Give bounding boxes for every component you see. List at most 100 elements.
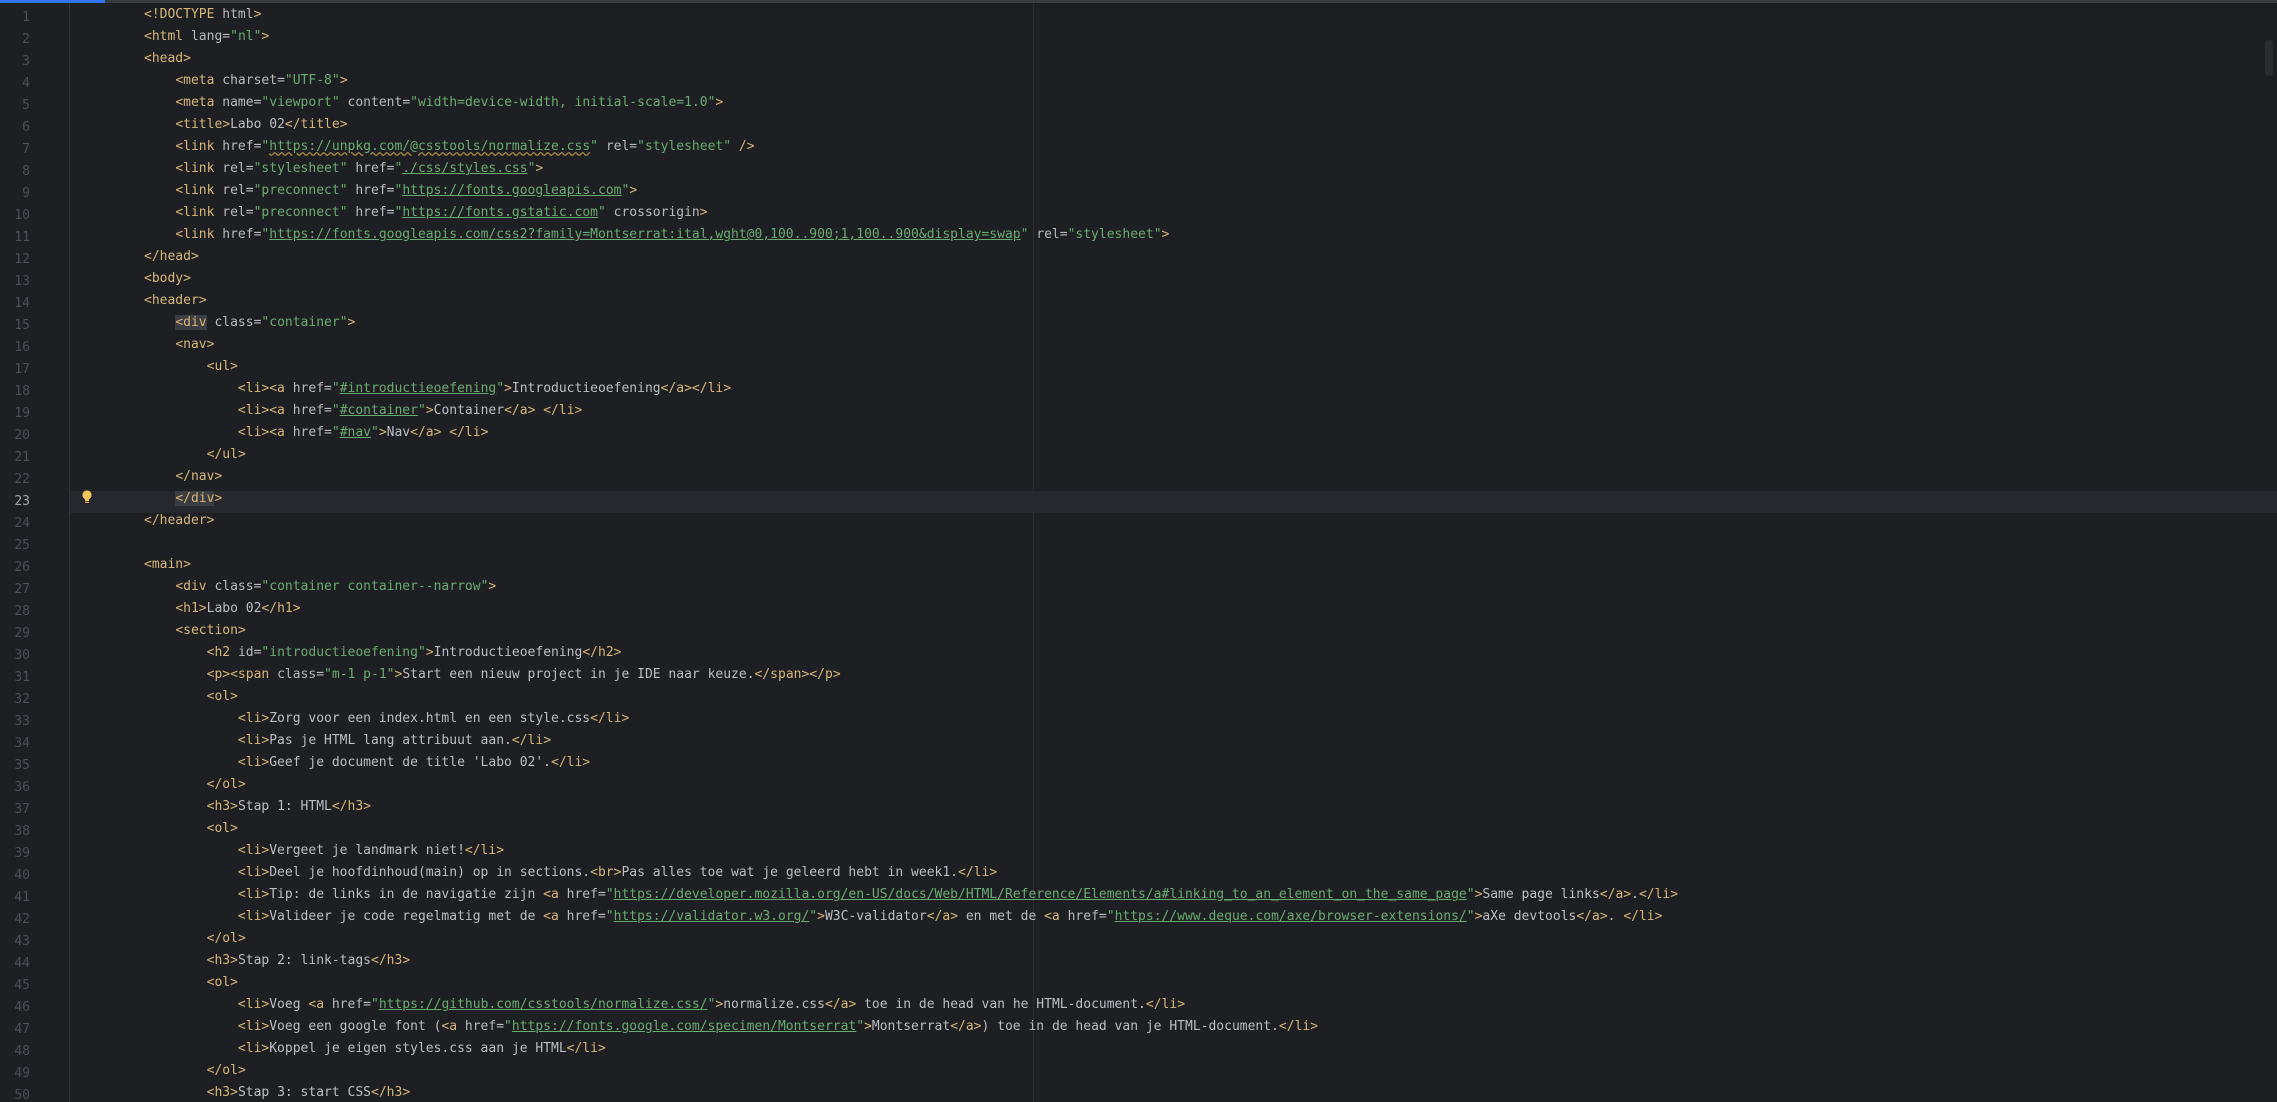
code-text: </ul> — [206, 447, 246, 462]
code-line[interactable]: <!DOCTYPE html> — [70, 7, 2277, 29]
code-line[interactable]: <li>Tip: de links in de navigatie zijn <… — [70, 887, 2277, 909]
code-line[interactable]: <li>Pas je HTML lang attribuut aan.</li> — [70, 733, 2277, 755]
code-line[interactable]: <li><a href="#introductieoefening">Intro… — [70, 381, 2277, 403]
code-line[interactable]: </header> — [70, 513, 2277, 535]
code-line[interactable]: <li>Geef je document de title 'Labo 02'.… — [70, 755, 2277, 777]
line-number: 29 — [14, 626, 30, 641]
line-number: 33 — [14, 714, 30, 729]
code-line[interactable]: <li><a href="#nav">Nav</a> </li> — [70, 425, 2277, 447]
line-number-gutter[interactable]: 1 2 3 4 5 6 7 8 9 10 11 12 13 14 15 16 17 18 19 20 21 22 23 24 2… — [0, 3, 70, 1102]
code-text: <link rel="stylesheet" href="./css/style… — [175, 161, 544, 176]
code-line[interactable]: <title>Labo 02</title> — [70, 117, 2277, 139]
line-number: 25 — [14, 538, 30, 553]
code-line[interactable]: <p><span class="m-1 p-1">Start een nieuw… — [70, 667, 2277, 689]
lightbulb-icon[interactable] — [79, 489, 95, 505]
code-text: <ul> — [206, 359, 238, 374]
code-text: </head> — [144, 249, 199, 264]
code-line[interactable]: </head> — [70, 249, 2277, 271]
code-text: <li><a href="#container">Container</a> <… — [237, 403, 583, 418]
line-number: 3 — [22, 54, 30, 69]
line-number: 42 — [14, 912, 30, 927]
code-area[interactable]: <!DOCTYPE html> <html lang="nl"> <head> <m… — [70, 3, 2277, 1102]
code-text: <li><a href="#introductieoefening">Intro… — [237, 381, 732, 396]
code-text: <h3>Stap 2: link-tags</h3> — [206, 953, 411, 968]
code-editor[interactable]: 1 2 3 4 5 6 7 8 9 10 11 12 13 14 15 16 17 18 19 20 21 22 23 24 2… — [0, 0, 2277, 1102]
line-number: 31 — [14, 670, 30, 685]
code-line[interactable]: <html lang="nl"> — [70, 29, 2277, 51]
line-number: 19 — [14, 406, 30, 421]
line-number: 21 — [14, 450, 30, 465]
code-line[interactable]: <h3>Stap 2: link-tags</h3> — [70, 953, 2277, 975]
code-line[interactable]: <nav> — [70, 337, 2277, 359]
line-number: 24 — [14, 516, 30, 531]
code-text: <link rel="preconnect" href="https://fon… — [175, 205, 708, 220]
line-number: 45 — [14, 978, 30, 993]
line-number: 40 — [14, 868, 30, 883]
code-text: <ol> — [206, 975, 238, 990]
code-line[interactable]: <ol> — [70, 821, 2277, 843]
code-line[interactable]: <li><a href="#container">Container</a> <… — [70, 403, 2277, 425]
line-number: 10 — [14, 208, 30, 223]
line-number: 36 — [14, 780, 30, 795]
code-line[interactable]: <li>Voeg <a href="https://github.com/css… — [70, 997, 2277, 1019]
line-number: 15 — [14, 318, 30, 333]
code-text: <li>Deel je hoofdinhoud(main) op in sect… — [237, 865, 998, 880]
code-line[interactable]: </nav> — [70, 469, 2277, 491]
code-line[interactable]: <div class="container container--narrow"… — [70, 579, 2277, 601]
code-text: <div class="container"> — [175, 315, 356, 330]
line-number: 28 — [14, 604, 30, 619]
line-number: 4 — [22, 76, 30, 91]
code-text: <main> — [144, 557, 191, 572]
code-line[interactable]: <div class="container"> — [70, 315, 2277, 337]
code-line[interactable]: <main> — [70, 557, 2277, 579]
code-line[interactable]: <link rel="preconnect" href="https://fon… — [70, 183, 2277, 205]
code-line[interactable]: </ul> — [70, 447, 2277, 469]
code-line[interactable]: <li>Koppel je eigen styles.css aan je HT… — [70, 1041, 2277, 1063]
code-line[interactable]: <link href="https://unpkg.com/@csstools/… — [70, 139, 2277, 161]
code-text: </ol> — [206, 1063, 246, 1078]
code-text: <div class="container container--narrow"… — [175, 579, 497, 594]
code-line[interactable]: <li>Vergeet je landmark niet!</li> — [70, 843, 2277, 865]
code-line[interactable] — [70, 535, 2277, 557]
code-line[interactable]: <ol> — [70, 689, 2277, 711]
code-line[interactable]: <li>Deel je hoofdinhoud(main) op in sect… — [70, 865, 2277, 887]
line-number: 35 — [14, 758, 30, 773]
line-number: 9 — [22, 186, 30, 201]
code-line[interactable]: <ol> — [70, 975, 2277, 997]
code-line[interactable]: <head> — [70, 51, 2277, 73]
line-number: 7 — [22, 142, 30, 157]
code-line[interactable]: <li>Voeg een google font (<a href="https… — [70, 1019, 2277, 1041]
code-line[interactable]: <link rel="preconnect" href="https://fon… — [70, 205, 2277, 227]
code-text: <title>Labo 02</title> — [175, 117, 348, 132]
line-number: 16 — [14, 340, 30, 355]
code-line[interactable]: <link href="https://fonts.googleapis.com… — [70, 227, 2277, 249]
code-text: <h2 id="introductieoefening">Introductie… — [206, 645, 622, 660]
code-line[interactable]: <h1>Labo 02</h1> — [70, 601, 2277, 623]
line-number: 17 — [14, 362, 30, 377]
code-line[interactable]: <link rel="stylesheet" href="./css/style… — [70, 161, 2277, 183]
line-number: 23 — [14, 494, 30, 509]
line-number: 47 — [14, 1022, 30, 1037]
code-line[interactable]: <li>Zorg voor een index.html en een styl… — [70, 711, 2277, 733]
code-line[interactable]: <meta charset="UTF-8"> — [70, 73, 2277, 95]
scrollbar-thumb[interactable] — [2265, 40, 2273, 76]
code-line[interactable]: <h3>Stap 3: start CSS</h3> — [70, 1085, 2277, 1102]
code-line[interactable]: <meta name="viewport" content="width=dev… — [70, 95, 2277, 117]
line-number: 2 — [22, 32, 30, 47]
code-line[interactable]: <ul> — [70, 359, 2277, 381]
code-line[interactable]: <h2 id="introductieoefening">Introductie… — [70, 645, 2277, 667]
code-line[interactable]: <section> — [70, 623, 2277, 645]
line-number: 13 — [14, 274, 30, 289]
code-line[interactable]: </ol> — [70, 777, 2277, 799]
line-number: 8 — [22, 164, 30, 179]
code-line[interactable]: <header> — [70, 293, 2277, 315]
code-text: <li><a href="#nav">Nav</a> </li> — [237, 425, 489, 440]
code-text: <li>Geef je document de title 'Labo 02'.… — [237, 755, 591, 770]
code-line[interactable]: </ol> — [70, 931, 2277, 953]
line-number: 18 — [14, 384, 30, 399]
code-line[interactable]: <body> — [70, 271, 2277, 293]
code-line[interactable]: <li>Valideer je code regelmatig met de <… — [70, 909, 2277, 931]
code-line[interactable]: </div> — [70, 491, 2277, 513]
code-line[interactable]: <h3>Stap 1: HTML</h3> — [70, 799, 2277, 821]
code-line[interactable]: </ol> — [70, 1063, 2277, 1085]
